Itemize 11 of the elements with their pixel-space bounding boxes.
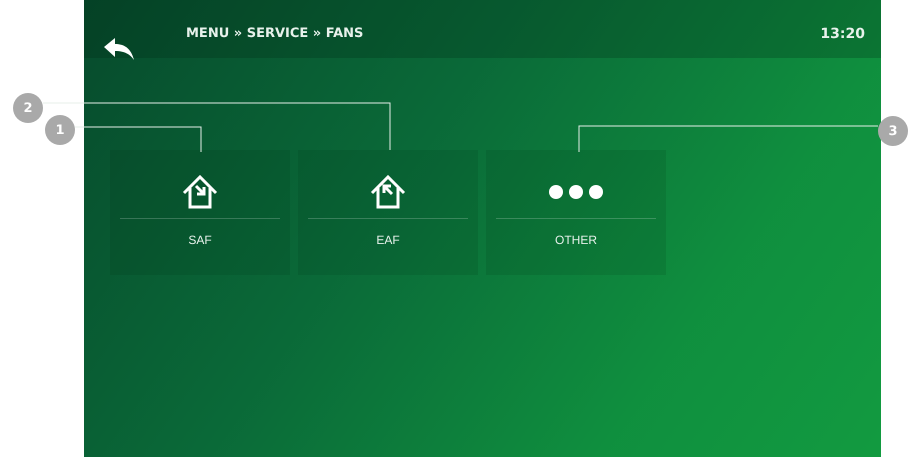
house-arrow-out-icon	[370, 174, 406, 210]
callout-number: 1	[45, 115, 75, 145]
house-arrow-in-icon	[182, 174, 218, 210]
clock-time: 13:20	[820, 26, 865, 42]
breadcrumb: MENU » SERVICE » FANS	[186, 26, 364, 41]
back-button[interactable]	[104, 38, 134, 60]
menu-tile[interactable]: EAF	[298, 150, 478, 275]
callout-number: 2	[13, 93, 43, 123]
menu-tile[interactable]: SAF	[110, 150, 290, 275]
menu-tile[interactable]: OTHER	[486, 150, 666, 275]
callout-number: 3	[878, 116, 908, 146]
